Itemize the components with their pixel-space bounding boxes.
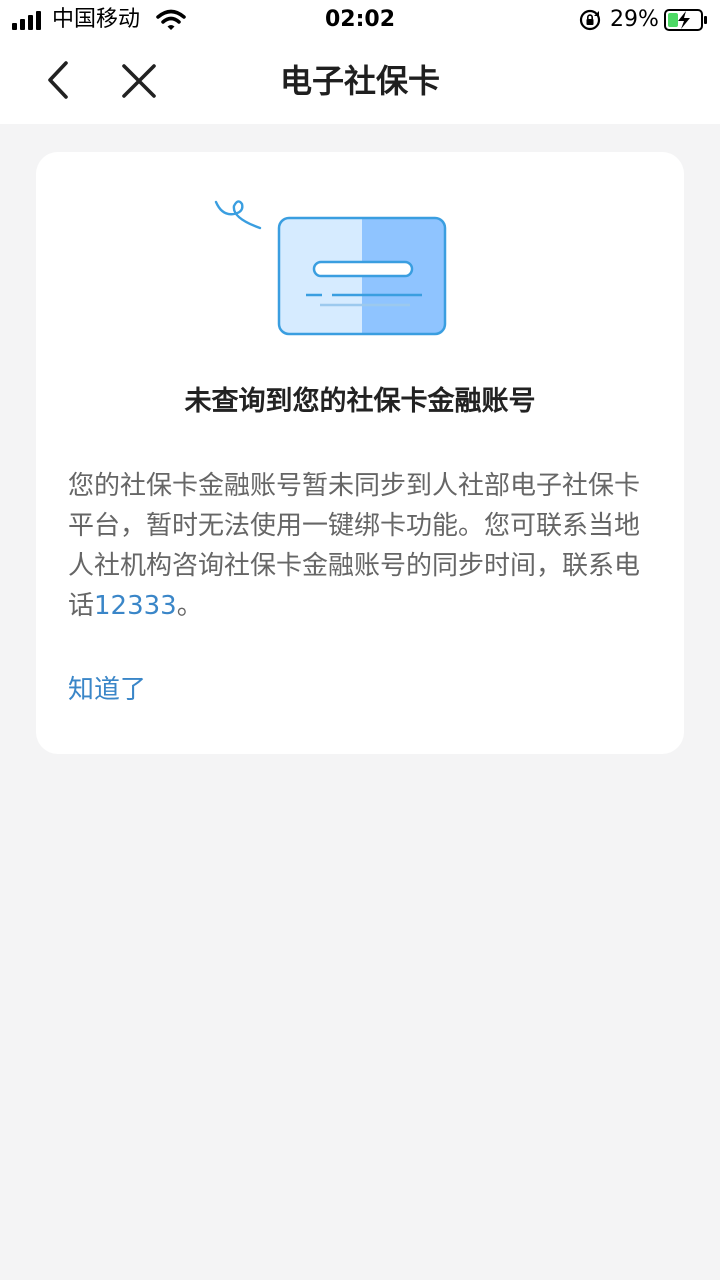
notice-card: 未查询到您的社保卡金融账号 您的社保卡金融账号暂未同步到人社部电子社保卡平台，暂… [36, 152, 684, 754]
card-illustration [214, 200, 447, 336]
navigation-bar: 电子社保卡 [0, 40, 720, 124]
battery-charging-icon [664, 9, 707, 31]
phone-number-link[interactable]: 12333 [94, 591, 177, 621]
notice-body-suffix: 。 [176, 591, 203, 621]
notice-heading: 未查询到您的社保卡金融账号 [184, 386, 536, 417]
battery-percentage: 29% [610, 7, 659, 32]
status-bar: 中国移动 02:02 29% [0, 0, 720, 40]
page-title: 电子社保卡 [279, 62, 440, 100]
confirm-button[interactable]: 知道了 [68, 670, 146, 710]
notice-body: 您的社保卡金融账号暂未同步到人社部电子社保卡平台，暂时无法使用一键绑卡功能。您可… [68, 466, 652, 626]
rotation-lock-icon [579, 9, 601, 31]
